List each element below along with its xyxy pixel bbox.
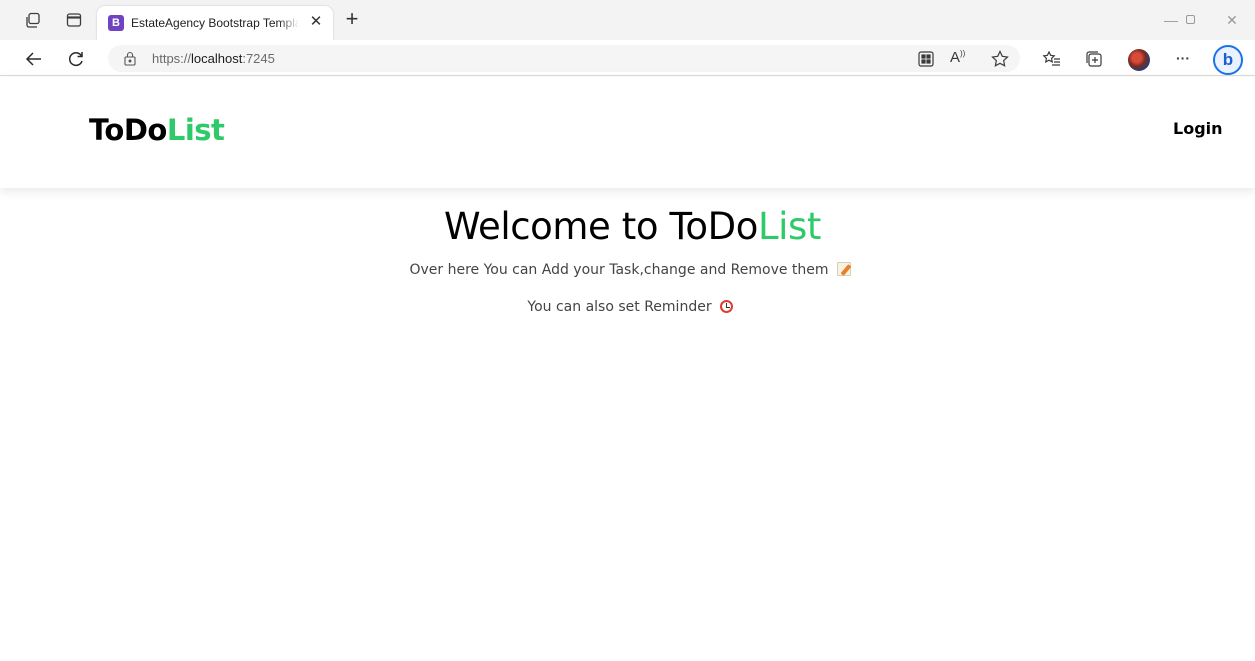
- bootstrap-favicon-icon: B: [108, 15, 124, 31]
- app-available-icon[interactable]: [916, 49, 936, 69]
- restore-window-icon[interactable]: [1182, 12, 1198, 28]
- new-tab-icon[interactable]: +: [341, 8, 363, 30]
- site-header: ToDoList Login: [0, 77, 1255, 188]
- login-link[interactable]: Login: [1173, 119, 1223, 138]
- browser-tab-active[interactable]: B EstateAgency Bootstrap Templat ✕: [97, 6, 333, 40]
- page-title: Welcome to ToDoList: [443, 205, 822, 248]
- minimize-icon[interactable]: —: [1163, 12, 1179, 28]
- workspaces-icon[interactable]: [24, 11, 42, 29]
- collections-icon[interactable]: [1084, 49, 1104, 69]
- back-arrow-icon[interactable]: [24, 49, 44, 69]
- bing-chat-icon[interactable]: b: [1213, 45, 1243, 75]
- address-bar[interactable]: https://localhost:7245: [108, 45, 1020, 72]
- more-options-icon[interactable]: ···: [1176, 50, 1196, 70]
- memo-icon: [836, 262, 851, 276]
- favorites-list-icon[interactable]: [1042, 49, 1062, 69]
- brand-logo[interactable]: ToDoList: [89, 113, 225, 147]
- url-text: https://localhost:7245: [152, 51, 275, 66]
- browser-tab-bar: B EstateAgency Bootstrap Templat ✕ + — ✕: [0, 0, 1255, 40]
- favorite-star-icon[interactable]: [990, 49, 1010, 69]
- vertical-tabs-icon[interactable]: [65, 11, 83, 29]
- read-aloud-icon[interactable]: A)): [950, 49, 970, 69]
- refresh-icon[interactable]: [66, 49, 86, 69]
- tab-title: EstateAgency Bootstrap Templat: [131, 16, 299, 30]
- browser-toolbar: https://localhost:7245: [0, 40, 1255, 76]
- close-window-icon[interactable]: ✕: [1224, 12, 1240, 28]
- intro-text: Over here You can Add your Task,change a…: [0, 262, 1255, 278]
- reminder-text: You can also set Reminder: [0, 299, 1255, 315]
- tab-close-icon[interactable]: ✕: [307, 13, 325, 31]
- site-info-icon[interactable]: [123, 51, 137, 66]
- alarm-clock-icon: [719, 300, 733, 313]
- profile-avatar[interactable]: [1128, 49, 1150, 71]
